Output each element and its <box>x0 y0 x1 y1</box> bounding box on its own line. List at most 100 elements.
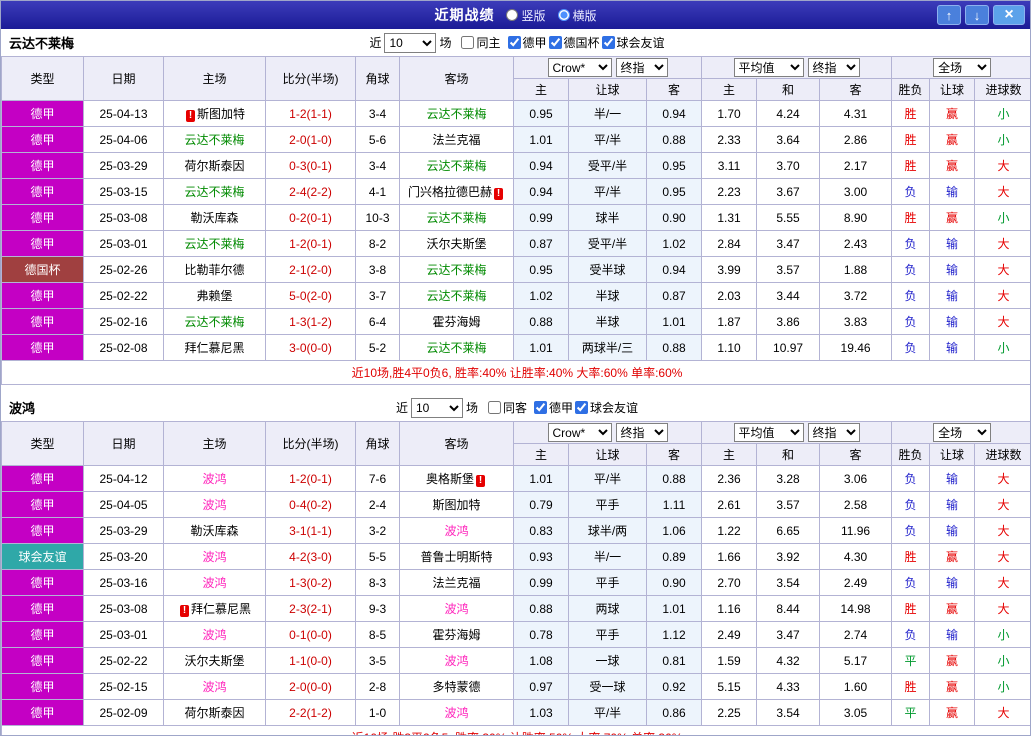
col-header-avg-home: 主 <box>701 443 758 466</box>
avg-away-odds-cell: 1.60 <box>819 673 893 700</box>
crown-home-odds-cell: 0.78 <box>513 621 569 648</box>
panel-title: 近期战绩 <box>434 7 495 23</box>
handicap-result-cell: 赢 <box>929 647 976 674</box>
score-cell: 1-1(0-0) <box>265 647 356 674</box>
handicap-line-cell: 一球 <box>568 647 647 674</box>
result-cell: 负 <box>891 491 931 518</box>
avg-home-odds-cell: 2.36 <box>701 465 758 492</box>
col-header-avg-draw: 和 <box>756 443 821 466</box>
team-label: 波鸿 <box>444 706 469 720</box>
full-match-select[interactable]: 全场 <box>933 58 992 77</box>
handicap-result-cell: 赢 <box>929 543 976 570</box>
corners-cell: 3-8 <box>355 256 400 283</box>
bundesliga-checkbox-input[interactable] <box>534 401 547 414</box>
corners-cell: 2-4 <box>355 491 400 518</box>
avg-draw-odds-cell: 3.47 <box>756 230 821 257</box>
match-count-select[interactable]: 10 <box>410 397 463 418</box>
crown-home-odds-cell: 0.95 <box>513 100 569 127</box>
away-cell: 波鸿 <box>399 517 514 544</box>
crown-away-odds-cell: 0.88 <box>645 465 703 492</box>
over-under-cell: 大 <box>974 491 1030 518</box>
score-cell: 0-2(0-1) <box>265 204 356 231</box>
home-cell: 波鸿 <box>163 673 266 700</box>
col-header-result: 胜负 <box>891 443 931 466</box>
team-label: 云达不莱梅 <box>426 159 487 173</box>
scroll-down-button[interactable]: ↓ <box>965 5 989 25</box>
avg-away-odds-cell: 3.06 <box>819 465 893 492</box>
friendly-checkbox-input[interactable] <box>575 401 589 414</box>
handicap-line-cell: 两球 <box>568 595 647 622</box>
over-under-cell: 大 <box>974 569 1030 596</box>
crown-home-odds-cell: 0.79 <box>513 491 569 518</box>
same-venue-checkbox-input[interactable] <box>461 36 475 49</box>
close-button[interactable]: × <box>993 5 1025 25</box>
corners-cell: 1-0 <box>355 699 400 726</box>
col-header-away: 客场 <box>399 421 514 466</box>
horizontal-layout-radio-input[interactable] <box>557 9 570 21</box>
avg-home-odds-cell: 2.70 <box>701 569 758 596</box>
recent-results-panel: 近期战绩 竖版 横版 ↑ ↓ × 云达不莱梅 近 10 场 同主 德甲 德国杯 … <box>0 0 1031 736</box>
corners-cell: 3-5 <box>355 647 400 674</box>
avg-home-odds-cell: 2.49 <box>701 621 758 648</box>
final-index-select[interactable]: 终指 <box>615 58 668 77</box>
average-select[interactable]: 平均值 <box>733 58 804 77</box>
full-match-select[interactable]: 全场 <box>933 423 992 442</box>
col-header-score: 比分(半场) <box>265 56 356 101</box>
home-cell: 弗赖堡 <box>163 282 266 309</box>
league-filter-checkbox[interactable]: 球会友谊 <box>573 399 638 416</box>
team-label: 法兰克福 <box>432 576 481 590</box>
bundesliga-checkbox-input[interactable] <box>507 36 521 49</box>
final-index-select[interactable]: 终指 <box>807 423 860 442</box>
corners-cell: 5-6 <box>355 126 400 153</box>
avg-away-odds-cell: 2.74 <box>819 621 893 648</box>
home-cell: 波鸿 <box>163 465 266 492</box>
home-cell: 云达不莱梅 <box>163 178 266 205</box>
handicap-result-cell: 赢 <box>929 100 976 127</box>
scroll-up-button[interactable]: ↑ <box>937 5 961 25</box>
col-header-avg-home: 主 <box>701 78 758 101</box>
title-bar: 近期战绩 竖版 横版 ↑ ↓ × <box>1 1 1030 29</box>
match-row: 德甲 25-03-08! 拜仁慕尼黑 2-3(2-1) 9-3 波鸿 0.88 两球 1.01 1… <box>1 595 1030 622</box>
over-under-cell: 大 <box>974 256 1030 283</box>
team-label: 荷尔斯泰因 <box>184 159 245 173</box>
crown-away-odds-cell: 1.12 <box>645 621 703 648</box>
crown-home-odds-cell: 1.03 <box>513 699 569 726</box>
same-venue-checkbox[interactable]: 同客 <box>481 399 527 416</box>
bookmaker-select[interactable]: Crow* <box>547 423 612 442</box>
final-index-select[interactable]: 终指 <box>615 423 668 442</box>
league-filter-checkbox[interactable]: 德甲 <box>501 34 547 51</box>
avg-away-odds-cell: 5.17 <box>819 647 893 674</box>
league-filter-checkbox[interactable]: 德甲 <box>527 399 573 416</box>
result-cell: 胜 <box>891 204 931 231</box>
result-cell: 胜 <box>891 543 931 570</box>
friendly-checkbox-input[interactable] <box>601 36 615 49</box>
date-cell: 25-03-20 <box>83 543 164 570</box>
horizontal-layout-radio[interactable]: 横版 <box>557 7 597 24</box>
league-filter-checkbox[interactable]: 球会友谊 <box>600 34 665 51</box>
vertical-layout-radio[interactable]: 竖版 <box>506 7 546 24</box>
vertical-layout-radio-input[interactable] <box>506 9 519 21</box>
dfb-cup-checkbox-input[interactable] <box>548 36 562 49</box>
bookmaker-select[interactable]: Crow* <box>547 58 612 77</box>
home-cell: 拜仁慕尼黑 <box>163 334 266 361</box>
same-venue-checkbox-input[interactable] <box>487 401 501 414</box>
avg-away-odds-cell: 2.49 <box>819 569 893 596</box>
col-header-handicap-line: 让球 <box>568 443 647 466</box>
date-cell: 25-03-29 <box>83 152 164 179</box>
date-cell: 25-03-29 <box>83 517 164 544</box>
match-row: 球会友谊 25-03-20 波鸿 4-2(3-0) 5-5 普鲁士明斯特 0.93 半/一 0.… <box>1 543 1030 570</box>
league-filter-checkbox[interactable]: 德国杯 <box>547 34 600 51</box>
team-label: 波鸿 <box>202 680 227 694</box>
final-index-select[interactable]: 终指 <box>807 58 860 77</box>
col-header-handicap-line: 让球 <box>568 78 647 101</box>
same-venue-checkbox[interactable]: 同主 <box>454 34 501 51</box>
match-count-select[interactable]: 10 <box>384 32 437 53</box>
average-select[interactable]: 平均值 <box>733 423 804 442</box>
team-label: 波鸿 <box>202 498 227 512</box>
match-row: 德甲 25-03-29 勒沃库森 3-1(1-1) 3-2 波鸿 0.83 球半/两 1.06 1… <box>1 517 1030 544</box>
home-cell: 波鸿 <box>163 543 266 570</box>
crown-home-odds-cell: 0.94 <box>513 152 569 179</box>
team-label: 云达不莱梅 <box>184 237 245 251</box>
team-label: 勒沃库森 <box>190 211 239 225</box>
handicap-result-cell: 输 <box>929 517 976 544</box>
